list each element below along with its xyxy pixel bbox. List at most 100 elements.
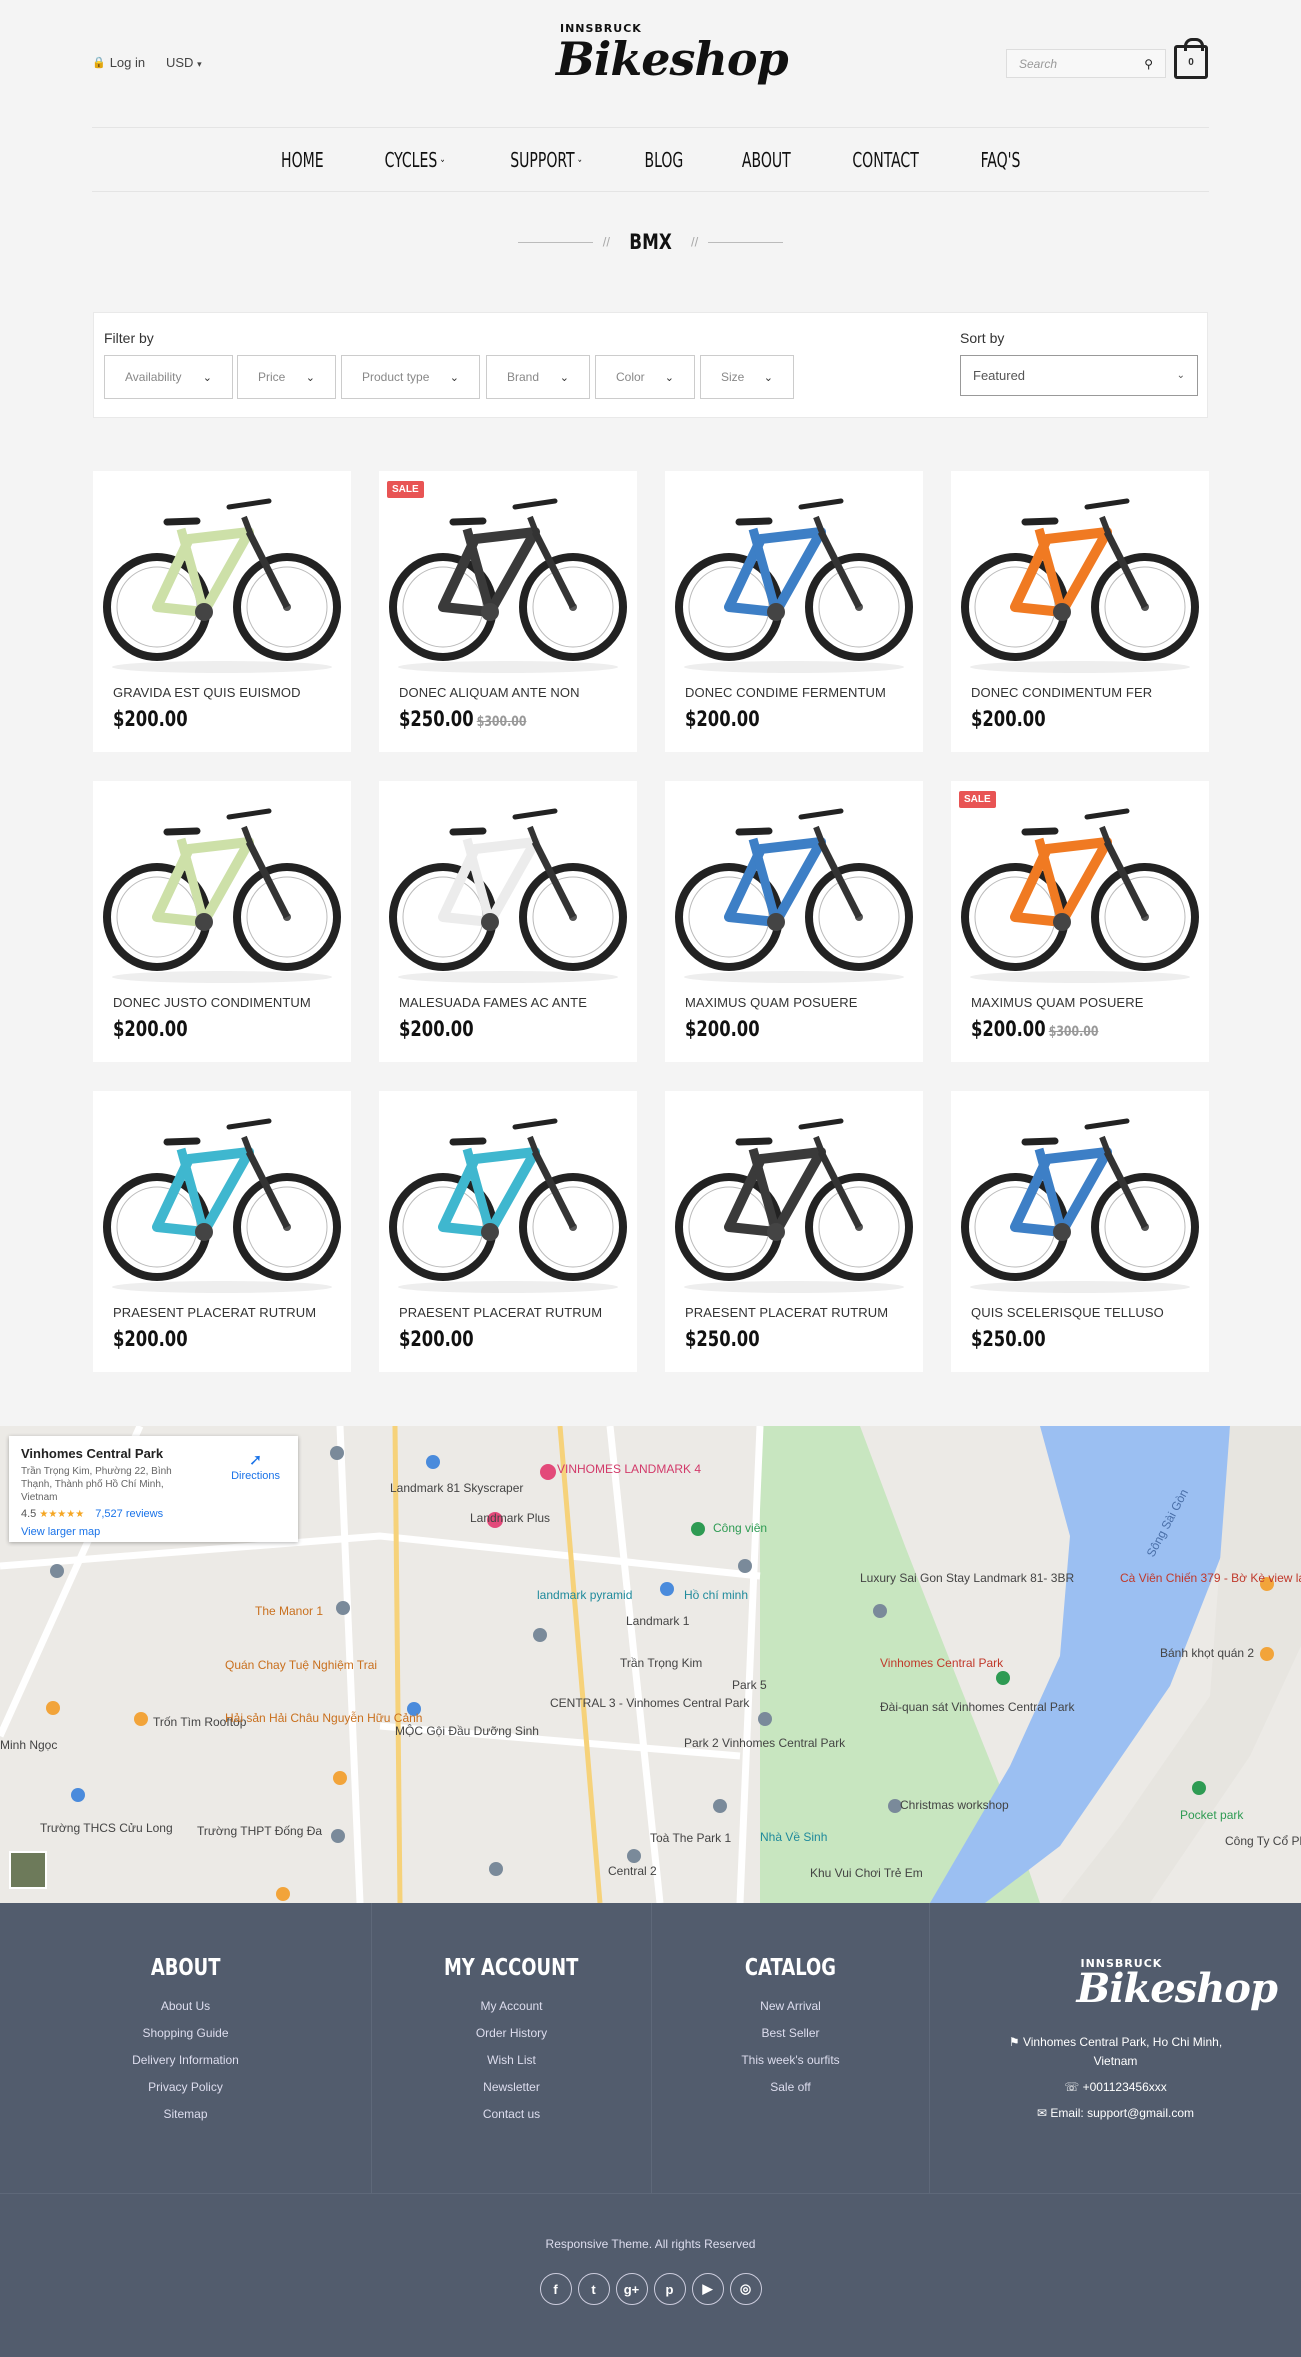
- search-input[interactable]: Search ⚲: [1006, 49, 1166, 78]
- footer-link[interactable]: Best Seller: [652, 2026, 929, 2040]
- footer-link[interactable]: Contact us: [372, 2107, 651, 2121]
- product-card[interactable]: DONEC CONDIMENTUM FER $200.00: [951, 471, 1209, 752]
- footer-link[interactable]: Wish List: [372, 2053, 651, 2067]
- footer-email[interactable]: Email: support@gmail.com: [1050, 2106, 1194, 2120]
- filter-select-color[interactable]: Color ⌄: [595, 355, 695, 399]
- footer-col-my-account: MY ACCOUNT My Account Order History Wish Li…: [372, 1903, 652, 2193]
- product-price: $200.00: [971, 707, 1046, 731]
- nav-item-contact[interactable]: CONTACT: [853, 148, 919, 172]
- chevron-down-icon: ⌄: [449, 371, 459, 384]
- product-card[interactable]: PRAESENT PLACERAT RUTRUM $200.00: [93, 1091, 351, 1372]
- product-image[interactable]: [99, 1097, 345, 1297]
- directions-button[interactable]: ➚ Directions: [231, 1450, 280, 1482]
- filter-select-brand[interactable]: Brand ⌄: [486, 355, 590, 399]
- footer-link[interactable]: My Account: [372, 1999, 651, 2013]
- nav-item-home[interactable]: HOME: [281, 148, 324, 172]
- map-label: landmark pyramid: [537, 1588, 633, 1602]
- product-name[interactable]: DONEC CONDIMENTUM FER: [971, 685, 1152, 700]
- facebook-icon[interactable]: f: [539, 2273, 572, 2305]
- footer-link[interactable]: Sale off: [652, 2080, 929, 2094]
- product-image[interactable]: [957, 1097, 1203, 1297]
- footer-link[interactable]: Privacy Policy: [0, 2080, 371, 2094]
- map-reviews-link[interactable]: 7,527 reviews: [95, 1508, 163, 1520]
- filter-label: Filter by: [104, 330, 154, 346]
- product-card[interactable]: DONEC JUSTO CONDIMENTUM $200.00: [93, 781, 351, 1062]
- footer-link[interactable]: Shopping Guide: [0, 2026, 371, 2040]
- map[interactable]: Vinhomes Central Park Trần Trọng Kim, Ph…: [0, 1426, 1301, 1903]
- product-price: $200.00: [113, 1017, 188, 1041]
- filter-select-availability[interactable]: Availability ⌄: [104, 355, 233, 399]
- nav-item-support[interactable]: SUPPORT ⌄: [510, 148, 583, 172]
- footer-link[interactable]: Order History: [372, 2026, 651, 2040]
- footer-link[interactable]: New Arrival: [652, 1999, 929, 2013]
- filter-select-price[interactable]: Price ⌄: [237, 355, 336, 399]
- footer-email-row: ✉ Email: support@gmail.com: [930, 2104, 1301, 2123]
- map-label: Bánh khọt quán 2: [1160, 1646, 1255, 1660]
- cart-count: 0: [1188, 56, 1194, 68]
- product-image[interactable]: [99, 787, 345, 987]
- youtube-icon[interactable]: ▶: [691, 2273, 724, 2305]
- product-name[interactable]: MALESUADA FAMES AC ANTE: [399, 995, 587, 1010]
- footer-logo[interactable]: INNSBRUCK Bikeshop: [1021, 1951, 1278, 2031]
- product-image[interactable]: [671, 1097, 917, 1297]
- footer-link[interactable]: Delivery Information: [0, 2053, 371, 2067]
- sort-select[interactable]: Featured ⌄: [960, 355, 1198, 396]
- footer-link[interactable]: This week's ourfits: [652, 2053, 929, 2067]
- view-larger-map-link[interactable]: View larger map: [21, 1526, 286, 1538]
- currency-value: USD: [166, 55, 194, 70]
- social-links: f t g+ p ▶ ◎: [0, 2273, 1301, 2305]
- product-name[interactable]: MAXIMUS QUAM POSUERE: [971, 995, 1143, 1010]
- google-plus-icon[interactable]: g+: [615, 2273, 648, 2305]
- map-label: MỘC Gội Đầu Dưỡng Sinh: [395, 1724, 539, 1738]
- footer-col-about: ABOUT About Us Shopping Guide Delivery Info…: [0, 1903, 372, 2193]
- product-card[interactable]: MAXIMUS QUAM POSUERE $200.00: [665, 781, 923, 1062]
- product-image[interactable]: [957, 477, 1203, 677]
- product-card[interactable]: SALE DONEC ALIQUAM ANTE NON $250.00 $300.00: [379, 471, 637, 752]
- footer-link[interactable]: Newsletter: [372, 2080, 651, 2094]
- product-name[interactable]: GRAVIDA EST QUIS EUISMOD: [113, 685, 301, 700]
- product-image[interactable]: [671, 787, 917, 987]
- currency-select[interactable]: USD ▾: [166, 55, 202, 70]
- product-image[interactable]: [385, 787, 631, 987]
- search-icon[interactable]: ⚲: [1144, 57, 1153, 71]
- footer-link[interactable]: Sitemap: [0, 2107, 371, 2121]
- product-card[interactable]: QUIS SCELERISQUE TELLUSO $250.00: [951, 1091, 1209, 1372]
- product-name[interactable]: QUIS SCELERISQUE TELLUSO: [971, 1305, 1164, 1320]
- login-link[interactable]: 🔒 Log in: [92, 55, 145, 70]
- product-image[interactable]: [99, 477, 345, 677]
- product-card[interactable]: PRAESENT PLACERAT RUTRUM $200.00: [379, 1091, 637, 1372]
- product-card[interactable]: SALE MAXIMUS QUAM POSUERE $200.00 $300.00: [951, 781, 1209, 1062]
- product-image[interactable]: [385, 477, 631, 677]
- filter-select-size[interactable]: Size ⌄: [700, 355, 794, 399]
- product-name[interactable]: DONEC JUSTO CONDIMENTUM: [113, 995, 311, 1010]
- nav-item-about[interactable]: ABOUT: [742, 148, 791, 172]
- pinterest-icon[interactable]: p: [653, 2273, 686, 2305]
- product-price: $250.00: [685, 1327, 760, 1351]
- product-image[interactable]: [385, 1097, 631, 1297]
- product-name[interactable]: DONEC ALIQUAM ANTE NON: [399, 685, 580, 700]
- product-card[interactable]: DONEC CONDIME FERMENTUM $200.00: [665, 471, 923, 752]
- twitter-icon[interactable]: t: [577, 2273, 610, 2305]
- product-name[interactable]: MAXIMUS QUAM POSUERE: [685, 995, 857, 1010]
- nav-item-faqs[interactable]: FAQ'S: [980, 148, 1020, 172]
- cart-button[interactable]: 0: [1174, 38, 1208, 79]
- product-card[interactable]: PRAESENT PLACERAT RUTRUM $250.00: [665, 1091, 923, 1372]
- footer-link[interactable]: About Us: [0, 1999, 371, 2013]
- map-label: The Manor 1: [255, 1604, 324, 1618]
- product-name[interactable]: PRAESENT PLACERAT RUTRUM: [113, 1305, 316, 1320]
- product-name[interactable]: PRAESENT PLACERAT RUTRUM: [685, 1305, 888, 1320]
- product-name[interactable]: PRAESENT PLACERAT RUTRUM: [399, 1305, 602, 1320]
- nav-item-cycles[interactable]: CYCLES ⌄: [385, 148, 446, 172]
- instagram-icon[interactable]: ◎: [729, 2273, 762, 2305]
- product-card[interactable]: GRAVIDA EST QUIS EUISMOD $200.00: [93, 471, 351, 752]
- filter-select-product-type[interactable]: Product type ⌄: [341, 355, 480, 399]
- nav-item-blog[interactable]: BLOG: [645, 148, 684, 172]
- site-logo[interactable]: INNSBRUCK Bikeshop: [556, 20, 789, 100]
- current-price: $200.00: [113, 707, 188, 731]
- footer-col-title: MY ACCOUNT: [444, 1955, 579, 1981]
- map-label: Đài-quan sát Vinhomes Central Park: [880, 1700, 1075, 1714]
- product-image[interactable]: [957, 787, 1203, 987]
- product-card[interactable]: MALESUADA FAMES AC ANTE $200.00: [379, 781, 637, 1062]
- product-name[interactable]: DONEC CONDIME FERMENTUM: [685, 685, 886, 700]
- product-image[interactable]: [671, 477, 917, 677]
